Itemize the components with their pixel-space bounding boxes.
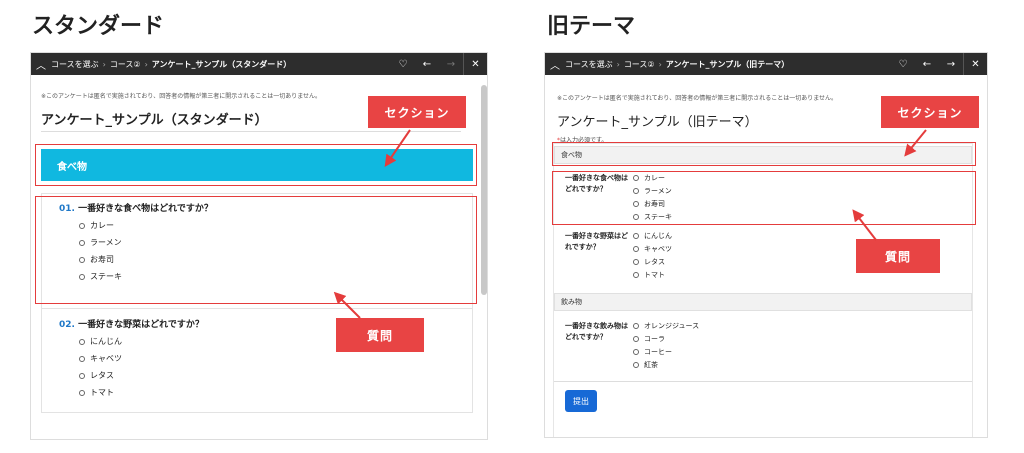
arrow-icon	[904, 129, 927, 157]
arrow-icon	[852, 209, 877, 241]
annotation-arrows	[333, 129, 927, 319]
arrow-icon	[333, 291, 361, 319]
arrow-icon	[384, 129, 411, 167]
